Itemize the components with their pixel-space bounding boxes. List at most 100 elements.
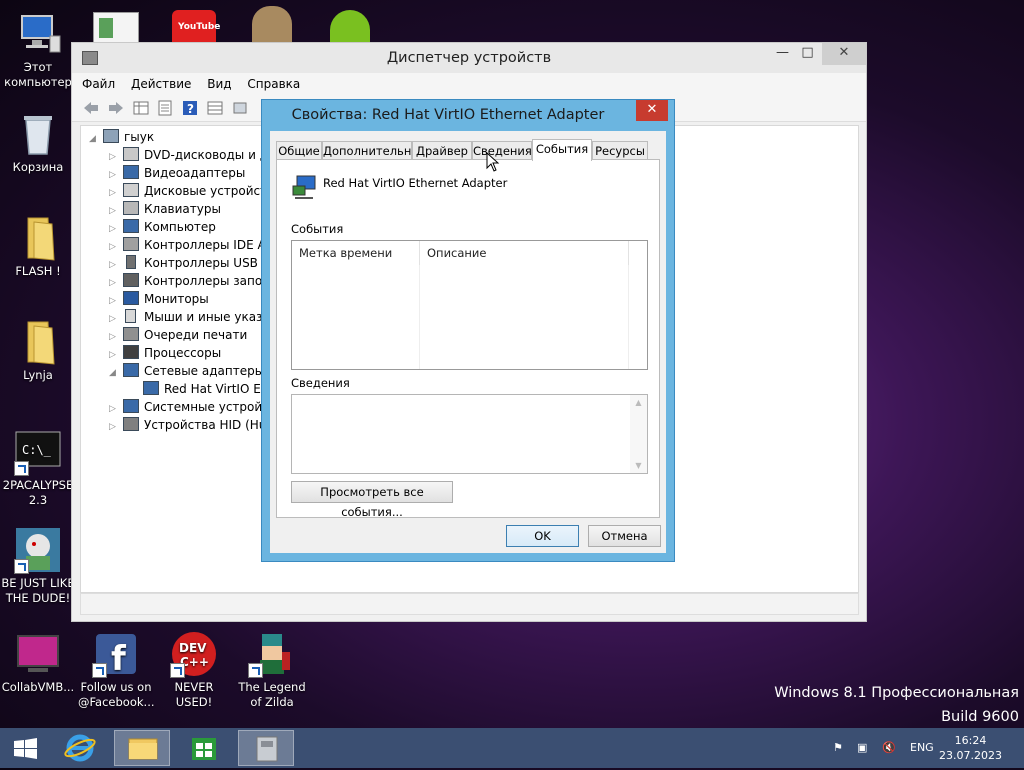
table-view-icon[interactable] <box>206 100 224 116</box>
desktop-icon-label: Корзина <box>12 160 64 174</box>
desktop-icon-2pacalypse[interactable]: C:\_ 2PACALYPSE 2.3 <box>0 428 76 508</box>
tree-item-label: Сетевые адаптеры <box>144 364 265 378</box>
svg-text:DEV: DEV <box>179 641 207 655</box>
cancel-button[interactable]: Отмена <box>588 525 661 547</box>
scroll-down-arrow-icon[interactable]: ▼ <box>630 461 647 470</box>
properties-grid-icon[interactable] <box>132 100 150 116</box>
properties-dialog[interactable]: Свойства: Red Hat VirtIO Ethernet Adapte… <box>261 99 675 562</box>
taskbar-store[interactable] <box>176 730 232 766</box>
desktop-icon-this-pc[interactable]: Этот компьютер <box>0 10 76 90</box>
close-button[interactable]: ✕ <box>822 43 866 65</box>
column-divider <box>628 265 629 369</box>
document-list-icon[interactable] <box>156 100 174 116</box>
desktop-icon-notepad-partial[interactable] <box>93 12 139 44</box>
back-arrow-icon[interactable] <box>82 100 100 116</box>
menu-file[interactable]: Файл <box>82 73 115 95</box>
collapse-arrow-icon[interactable]: ◢ <box>109 364 123 382</box>
tree-item-video[interactable]: ▷ Видеоадаптеры <box>109 164 245 182</box>
scan-hardware-icon[interactable] <box>231 100 249 116</box>
minimize-button[interactable]: — <box>769 43 796 65</box>
tree-item-monitors[interactable]: ▷ Мониторы <box>109 290 209 308</box>
taskbar-internet-explorer[interactable] <box>52 730 108 766</box>
desktop-icon-devcpp[interactable]: DEV C++ NEVER USED! <box>156 630 232 710</box>
monitor-icon <box>123 291 139 305</box>
tab-details[interactable]: Сведения <box>472 141 532 160</box>
menu-action[interactable]: Действие <box>131 73 191 95</box>
desktop-icon-dude[interactable]: BE JUST LIKE THE DUDE! <box>0 526 76 606</box>
action-center-flag-icon[interactable]: ⚑ <box>833 728 843 768</box>
network-status-icon[interactable]: ▣ <box>857 728 867 768</box>
desktop-icon-label: Этот компьютер <box>4 60 72 89</box>
processor-icon <box>123 345 139 359</box>
view-all-events-button[interactable]: Просмотреть все события... <box>291 481 453 519</box>
events-group-label: События <box>291 222 344 236</box>
menu-view[interactable]: Вид <box>207 73 231 95</box>
help-icon[interactable]: ? <box>181 100 199 116</box>
taskbar-file-explorer[interactable] <box>114 730 170 766</box>
tree-item-label: Очереди печати <box>144 328 248 342</box>
tree-item-dvd[interactable]: ▷ DVD-дисководы и дис <box>109 146 282 164</box>
clock[interactable]: 16:24 23.07.2023 <box>939 733 1002 763</box>
forward-arrow-icon[interactable] <box>107 100 125 116</box>
tree-item-keyboards[interactable]: ▷ Клавиатуры <box>109 200 221 218</box>
shortcut-arrow-icon <box>92 663 107 678</box>
network-adapter-icon <box>291 174 317 200</box>
menu-bar: Файл Действие Вид Справка <box>72 73 866 95</box>
clock-date: 23.07.2023 <box>939 749 1002 762</box>
windows-edition-watermark: Windows 8.1 Профессиональная <box>774 685 1019 701</box>
network-adapter-icon <box>123 363 139 377</box>
menu-help[interactable]: Справка <box>247 73 300 95</box>
tree-item-storage[interactable]: ▷ Контроллеры запоми <box>109 272 279 290</box>
details-scrollbar[interactable]: ▲ ▼ <box>630 395 647 473</box>
column-header-timestamp[interactable]: Метка времени <box>292 241 420 265</box>
scroll-up-arrow-icon[interactable]: ▲ <box>630 395 647 407</box>
dialog-body: Общие Дополнительно Драйвер Сведения Соб… <box>270 131 666 553</box>
desktop-icon-zilda[interactable]: The Legend of Zilda <box>234 630 310 710</box>
tab-resources[interactable]: Ресурсы <box>592 141 648 160</box>
taskbar: ⚑ ▣ 🔇 ENG 16:24 23.07.2023 <box>0 728 1024 768</box>
details-textbox[interactable]: ▲ ▼ <box>291 394 648 474</box>
desktop-icon-collabvm[interactable]: CollabVMB... <box>0 630 76 695</box>
ok-button[interactable]: OK <box>506 525 579 547</box>
desktop-icon-lime-partial[interactable] <box>330 10 370 42</box>
desktop-icon-lynja[interactable]: Lynja <box>0 318 76 383</box>
desktop-icon-label: FLASH ! <box>15 264 61 278</box>
desktop-icon-recycle-bin[interactable]: Корзина <box>0 110 76 175</box>
tree-item-network[interactable]: ◢ Сетевые адаптеры <box>109 362 264 380</box>
column-header-description[interactable]: Описание <box>420 241 629 265</box>
title-bar[interactable]: Диспетчер устройств — □ ✕ <box>72 43 866 73</box>
tab-events[interactable]: События <box>532 139 592 161</box>
tree-item-usb[interactable]: ▷ Контроллеры USB <box>109 254 258 272</box>
expand-arrow-icon[interactable]: ▷ <box>109 418 123 436</box>
desktop-icon-label: Lynja <box>23 368 53 382</box>
events-tab-page: Red Hat VirtIO Ethernet Adapter События … <box>276 159 660 519</box>
tree-item-ide[interactable]: ▷ Контроллеры IDE ATA <box>109 236 279 254</box>
tree-item-system[interactable]: ▷ Системные устройств <box>109 398 283 416</box>
dialog-title-bar[interactable]: Свойства: Red Hat VirtIO Ethernet Adapte… <box>262 100 674 131</box>
input-language[interactable]: ENG <box>910 728 934 768</box>
volume-muted-icon[interactable]: 🔇 <box>882 728 896 768</box>
tree-item-print-queues[interactable]: ▷ Очереди печати <box>109 326 247 344</box>
tree-item-computer[interactable]: ▷ Компьютер <box>109 218 216 236</box>
tree-root[interactable]: ◢ гыук <box>89 128 154 146</box>
dialog-close-button[interactable]: ✕ <box>636 100 668 121</box>
tree-item-disks[interactable]: ▷ Дисковые устройства <box>109 182 282 200</box>
tab-general[interactable]: Общие <box>276 141 322 160</box>
maximize-button[interactable]: □ <box>794 43 821 65</box>
desktop-icon-flash[interactable]: FLASH ! <box>0 214 76 279</box>
tree-item-mice[interactable]: ▷ Мыши и иные указы <box>109 308 272 326</box>
desktop-icon-facebook[interactable]: f Follow us on @Facebook... <box>78 630 155 710</box>
events-list[interactable]: Метка времени Описание <box>291 240 648 370</box>
desktop-icon-portrait-partial[interactable] <box>252 6 292 42</box>
tab-advanced[interactable]: Дополнительно <box>322 141 418 160</box>
console-icon: C:\_ <box>14 428 62 476</box>
collapse-arrow-icon[interactable]: ◢ <box>89 130 103 148</box>
taskbar-device-manager[interactable] <box>238 730 294 766</box>
tree-item-hid[interactable]: ▷ Устройства HID (Hum <box>109 416 278 434</box>
window-title: Диспетчер устройств <box>386 50 552 66</box>
tree-item-virtio[interactable]: Red Hat VirtIO Ethe <box>143 380 281 398</box>
desktop-icon-youtube-partial[interactable]: YouTube <box>172 10 220 42</box>
start-button[interactable] <box>0 730 50 766</box>
tab-driver[interactable]: Драйвер <box>412 141 472 160</box>
tree-item-processors[interactable]: ▷ Процессоры <box>109 344 221 362</box>
